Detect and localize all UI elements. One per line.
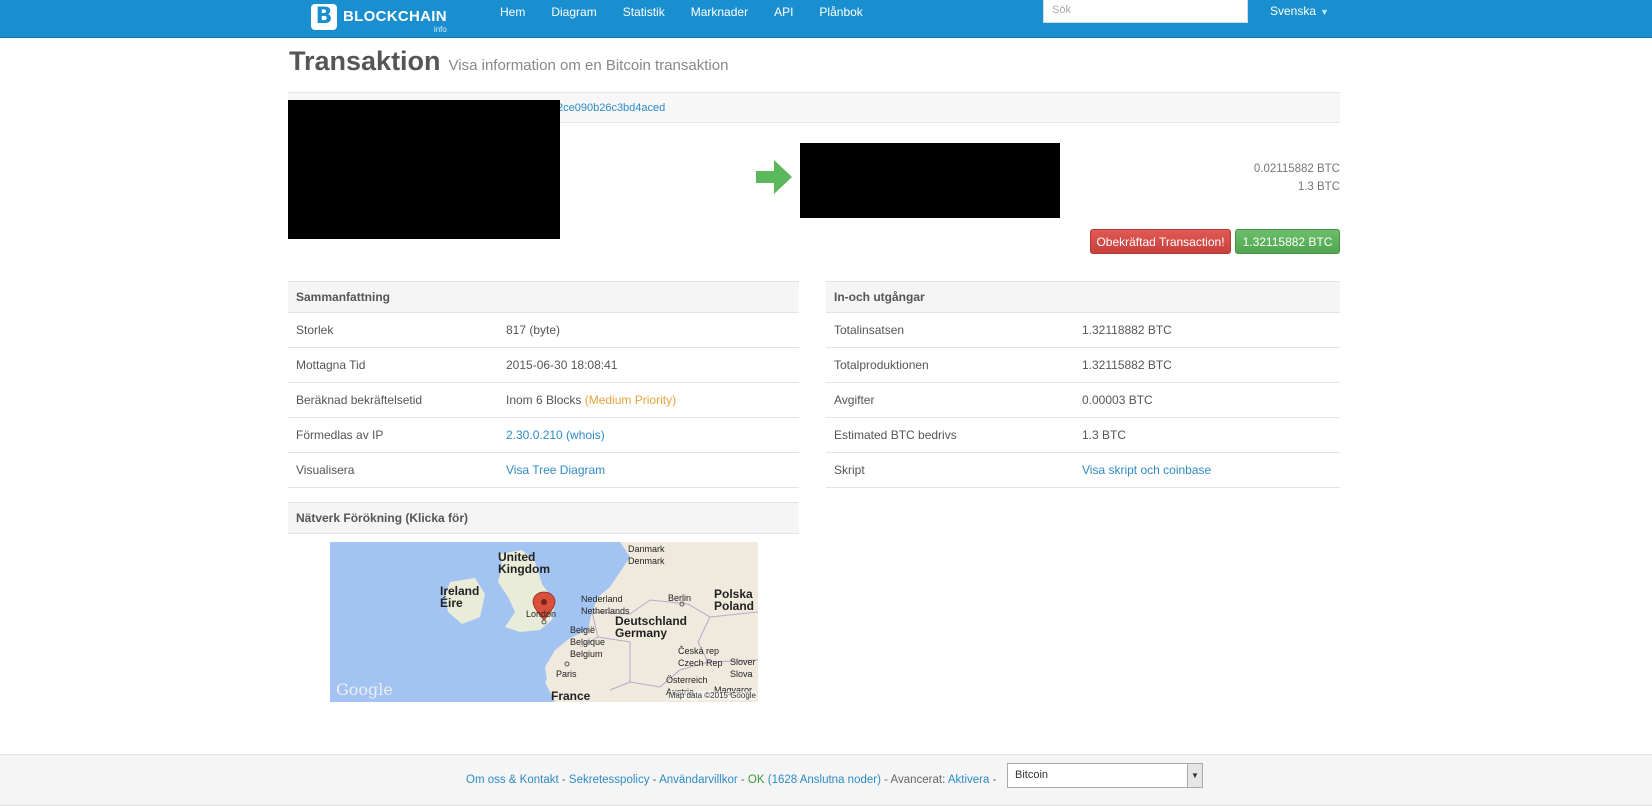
footer-link-about[interactable]: Om oss & Kontakt — [466, 774, 559, 786]
map-label-czech: Česká rep Czech Rep — [678, 646, 723, 668]
chevron-down-icon: ▼ — [1187, 764, 1202, 787]
advanced-label: Avancerat: — [890, 774, 946, 786]
map-label-paris: Paris — [556, 669, 577, 679]
output-amount-1: 0.02115882 BTC — [1253, 163, 1340, 175]
map-label-london: London — [526, 609, 557, 619]
row-label: Totalproduktionen — [834, 358, 929, 372]
footer-link-privacy[interactable]: Sekretesspolicy — [569, 774, 650, 786]
table-row: Storlek 817 (byte) — [288, 313, 799, 348]
map-label-france: France — [551, 689, 591, 702]
output-amounts: 0.02115882 BTC 1.3 BTC — [1254, 160, 1340, 196]
arrow-right-icon — [756, 160, 792, 194]
node-status: OK — [747, 774, 765, 786]
output-amount-2: 1.3 BTC — [1297, 181, 1340, 193]
nav-link-api[interactable]: API — [774, 5, 793, 19]
map-label-berlin: Berlin — [668, 593, 692, 603]
footer-link-terms[interactable]: Användarvillkor — [659, 774, 738, 786]
google-logo: Google — [336, 680, 393, 699]
nav-link-marknader[interactable]: Marknader — [691, 5, 748, 19]
row-label: Skript — [834, 463, 865, 477]
table-row: Avgifter 0.00003 BTC — [826, 383, 1340, 418]
table-row: Förmedlas av IP 2.30.0.210 (whois) — [288, 418, 799, 453]
row-value: 1.3 BTC — [1082, 428, 1127, 442]
map-label-germany: Deutschland Germany — [615, 614, 688, 640]
map-label-denmark: Danmark Denmark — [628, 544, 665, 566]
inputs-outputs-table: In-och utgångar Totalinsatsen 1.32118882… — [826, 281, 1340, 488]
map-label-uk: United Kingdom — [498, 550, 550, 576]
page-subtitle: Visa information om en Bitcoin transakti… — [448, 57, 729, 74]
currency-selected: Bitcoin — [1015, 769, 1049, 781]
nav-link-statistik[interactable]: Statistik — [623, 5, 665, 19]
row-label: Avgifter — [834, 393, 875, 407]
chevron-down-icon: ▼ — [1320, 7, 1329, 17]
nav-link-hem[interactable]: Hem — [500, 5, 525, 19]
map-label-ireland: Ireland Éire — [440, 584, 480, 610]
transaction-hash-link[interactable]: 2ce090b26c3bd4aced — [557, 102, 665, 114]
row-value: 817 (byte) — [506, 323, 561, 337]
row-label: Totalinsatsen — [834, 323, 905, 337]
row-value: 2015-06-30 18:08:41 — [506, 358, 618, 372]
row-value: 1.32118882 BTC — [1082, 323, 1172, 337]
nav-links: Hem Diagram Statistik Marknader API Plån… — [500, 0, 889, 24]
brand-sub: info — [433, 25, 447, 34]
ip-whois-link[interactable]: 2.30.0.210 (whois) — [506, 428, 605, 442]
page-title: Transaktion — [289, 46, 441, 76]
table-row: Estimated BTC bedrivs 1.3 BTC — [826, 418, 1340, 453]
table-row: Beräknad bekräftelsetid Inom 6 Blocks (M… — [288, 383, 799, 418]
io-heading: In-och utgångar — [826, 281, 1340, 313]
search-input[interactable]: Sök — [1043, 0, 1248, 23]
total-amount-button[interactable]: 1.32115882 BTC — [1235, 229, 1340, 254]
tree-diagram-link[interactable]: Visa Tree Diagram — [506, 463, 605, 477]
table-row: Totalinsatsen 1.32118882 BTC — [826, 313, 1340, 348]
map-label-poland: Polska Poland — [714, 587, 755, 613]
redacted-input-address — [288, 100, 560, 239]
row-label: Storlek — [296, 323, 334, 337]
language-label: Svenska — [1270, 4, 1317, 18]
script-coinbase-link[interactable]: Visa skript och coinbase — [1082, 463, 1211, 477]
row-value: 0.00003 BTC — [1082, 393, 1153, 407]
table-row: Totalproduktionen 1.32115882 BTC — [826, 348, 1340, 383]
row-label: Beräknad bekräftelsetid — [296, 393, 423, 407]
map-attribution: Map data ©2015 Google — [668, 691, 756, 700]
brand-name: BLOCKCHAIN — [343, 8, 447, 25]
table-row: Mottagna Tid 2015-06-30 18:08:41 — [288, 348, 799, 383]
redacted-output-address — [800, 143, 1060, 218]
row-label: Förmedlas av IP — [296, 428, 384, 442]
row-label: Mottagna Tid — [296, 358, 366, 372]
row-label: Visualisera — [296, 463, 355, 477]
network-propagation-heading[interactable]: Nätverk Förökning (Klicka för) — [288, 502, 799, 534]
footer: Om oss & Kontakt - Sekretesspolicy - Anv… — [0, 754, 1652, 806]
node-count-link[interactable]: (1628 Anslutna noder) — [768, 774, 881, 786]
brand-logo[interactable]: B BLOCKCHAIN info — [311, 0, 447, 34]
top-navbar: B BLOCKCHAIN info Hem Diagram Statistik … — [0, 0, 1652, 38]
summary-table: Sammanfattning Storlek 817 (byte) Mottag… — [288, 281, 799, 488]
map-label-belgium: België Belgique Belgium — [570, 625, 606, 659]
language-dropdown[interactable]: Svenska ▼ — [1270, 4, 1329, 18]
map-label-slovakia: Slover Slova — [730, 657, 756, 679]
blockchain-logo-icon: B — [311, 4, 337, 30]
table-row: Visualisera Visa Tree Diagram — [288, 453, 799, 488]
row-label: Estimated BTC bedrivs — [834, 428, 957, 442]
table-row: Skript Visa skript och coinbase — [826, 453, 1340, 488]
summary-heading: Sammanfattning — [288, 281, 799, 313]
currency-select[interactable]: Bitcoin ▼ — [1007, 763, 1203, 788]
nav-link-diagram[interactable]: Diagram — [551, 5, 596, 19]
activate-link[interactable]: Aktivera — [948, 774, 990, 786]
row-value: Inom 6 Blocks — [506, 393, 582, 407]
unconfirmed-status-button[interactable]: Obekräftad Transaction! — [1090, 229, 1231, 254]
nav-link-planbok[interactable]: Plånbok — [819, 5, 862, 19]
priority-label: (Medium Priority) — [584, 393, 677, 407]
row-value: 1.32115882 BTC — [1082, 358, 1172, 372]
page-header: Transaktion Visa information om en Bitcoi… — [289, 46, 728, 77]
network-map[interactable]: United Kingdom Ireland Éire London Danmark… — [330, 542, 758, 702]
